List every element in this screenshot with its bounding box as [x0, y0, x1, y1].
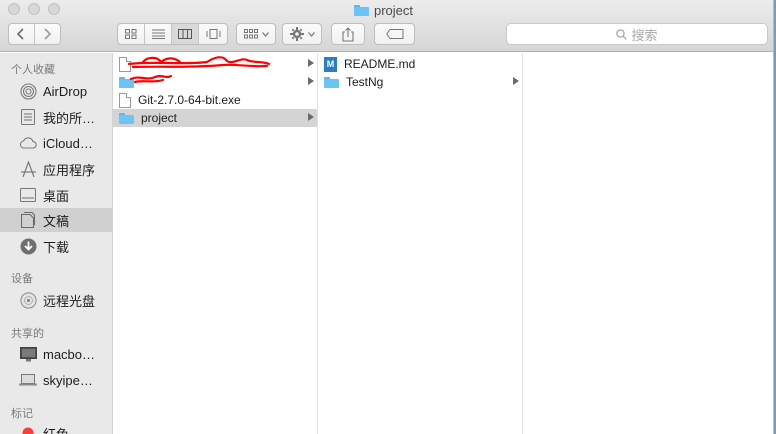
- cloud-icon: [19, 134, 37, 152]
- markdown-file-icon: M: [324, 56, 337, 72]
- zoom-window-button[interactable]: [48, 3, 60, 15]
- share-button[interactable]: [331, 23, 365, 45]
- sidebar-item-downloads[interactable]: 下载: [0, 234, 112, 258]
- window-title: project: [354, 2, 413, 18]
- list-icon: [151, 29, 165, 39]
- sidebar-item-label: skyipe…: [43, 372, 93, 388]
- list-item[interactable]: Git-2.7.0-64-bit.exe: [113, 91, 317, 109]
- sidebar-item-desktop[interactable]: 桌面: [0, 183, 112, 207]
- columns-icon: [178, 29, 192, 39]
- downloads-icon: [19, 237, 37, 255]
- list-item[interactable]: TestNg: [318, 73, 522, 91]
- sidebar-item-skyipe[interactable]: skyipe…: [0, 368, 112, 392]
- list-item-label: Git-2.7.0-64-bit.exe: [138, 93, 241, 107]
- icon-view-button[interactable]: [118, 24, 145, 44]
- all-files-icon: [19, 108, 37, 126]
- sidebar-item-label: macbo…: [43, 346, 96, 362]
- sidebar: 个人收藏 AirDrop 我的所… iCloud… 应用程序 桌面 文稿 下载 …: [0, 53, 113, 434]
- applications-icon: [19, 160, 37, 178]
- sidebar-section-shared: 共享的: [11, 328, 44, 340]
- column-view-button[interactable]: [172, 24, 199, 44]
- search-icon: [616, 28, 628, 40]
- chevron-right-icon: [44, 28, 52, 40]
- gear-icon: [289, 27, 304, 41]
- window-title-text: project: [374, 2, 414, 18]
- finder-window: project 搜索 个人收藏 AirDrop 我的所… iCloud… 应用程…: [0, 0, 774, 434]
- column-3: [523, 53, 773, 434]
- list-view-button[interactable]: [145, 24, 172, 44]
- sidebar-item-label: 远程光盘: [43, 293, 96, 309]
- list-item[interactable]: [113, 73, 317, 91]
- chevron-down-icon: [261, 31, 269, 37]
- sidebar-section-devices: 设备: [11, 273, 33, 285]
- sidebar-item-label: 下载: [43, 239, 70, 255]
- navigation-buttons: [8, 23, 61, 45]
- red-tag-icon: [19, 424, 37, 434]
- list-item[interactable]: project: [113, 109, 317, 127]
- airdrop-icon: [19, 82, 37, 100]
- share-icon: [342, 26, 354, 42]
- sidebar-item-documents[interactable]: 文稿: [0, 208, 112, 232]
- list-item[interactable]: [113, 55, 317, 73]
- disclosure-arrow-icon: [308, 113, 314, 121]
- disc-icon: [19, 291, 37, 309]
- document-icon: [119, 92, 131, 108]
- sidebar-item-label: 应用程序: [43, 162, 96, 178]
- grid-icon: [125, 29, 137, 39]
- chevron-left-icon: [17, 28, 24, 40]
- desktop-icon: [19, 186, 37, 204]
- disclosure-arrow-icon: [308, 59, 314, 67]
- sidebar-item-label: iCloud…: [43, 135, 93, 151]
- list-item-label: project: [141, 111, 178, 125]
- sidebar-section-tags: 标记: [11, 408, 33, 420]
- forward-button[interactable]: [35, 24, 60, 44]
- folder-icon: [354, 4, 369, 16]
- arrange-icon: [243, 29, 258, 39]
- toolbar: project 搜索: [0, 0, 773, 52]
- list-item[interactable]: M README.md: [318, 55, 522, 73]
- sidebar-item-macbook[interactable]: macbo…: [0, 342, 112, 366]
- sidebar-item-label: 我的所…: [43, 110, 96, 126]
- search-placeholder: 搜索: [631, 27, 658, 43]
- laptop-icon: [19, 371, 37, 389]
- search-field[interactable]: 搜索: [506, 23, 768, 45]
- arrange-button[interactable]: [236, 23, 276, 45]
- list-item-label: TestNg: [346, 75, 384, 89]
- sidebar-item-red-tag[interactable]: 红色: [0, 421, 112, 434]
- cover-flow-view-button[interactable]: [199, 24, 227, 44]
- column-1: Git-2.7.0-64-bit.exe project: [113, 53, 318, 434]
- sidebar-item-applications[interactable]: 应用程序: [0, 157, 112, 181]
- documents-icon: [19, 211, 37, 229]
- sidebar-item-label: 红色: [43, 426, 70, 434]
- action-menu-button[interactable]: [282, 23, 322, 45]
- sidebar-item-icloud[interactable]: iCloud…: [0, 131, 112, 155]
- folder-icon: [324, 76, 339, 88]
- minimize-window-button[interactable]: [28, 3, 40, 15]
- edit-tags-button[interactable]: [374, 23, 415, 45]
- folder-icon: [119, 76, 134, 88]
- folder-icon: [119, 112, 134, 124]
- chevron-down-icon: [307, 31, 315, 37]
- disclosure-arrow-icon: [308, 77, 314, 85]
- document-icon: [119, 56, 131, 72]
- column-2: M README.md TestNg: [318, 53, 523, 434]
- view-mode-control: [117, 23, 228, 45]
- sidebar-item-all-files[interactable]: 我的所…: [0, 105, 112, 129]
- sidebar-section-favorites: 个人收藏: [11, 64, 55, 76]
- sidebar-item-label: 文稿: [43, 213, 70, 229]
- cover-flow-icon: [206, 29, 220, 39]
- close-window-button[interactable]: [8, 3, 20, 15]
- list-item-label: README.md: [344, 57, 416, 71]
- sidebar-item-label: 桌面: [43, 188, 70, 204]
- back-button[interactable]: [9, 24, 35, 44]
- sidebar-item-remote-disc[interactable]: 远程光盘: [0, 288, 112, 312]
- sidebar-item-label: AirDrop: [43, 83, 88, 99]
- sidebar-item-airdrop[interactable]: AirDrop: [0, 79, 112, 103]
- disclosure-arrow-icon: [513, 77, 519, 85]
- computer-icon: [19, 345, 37, 363]
- tag-icon: [385, 29, 403, 39]
